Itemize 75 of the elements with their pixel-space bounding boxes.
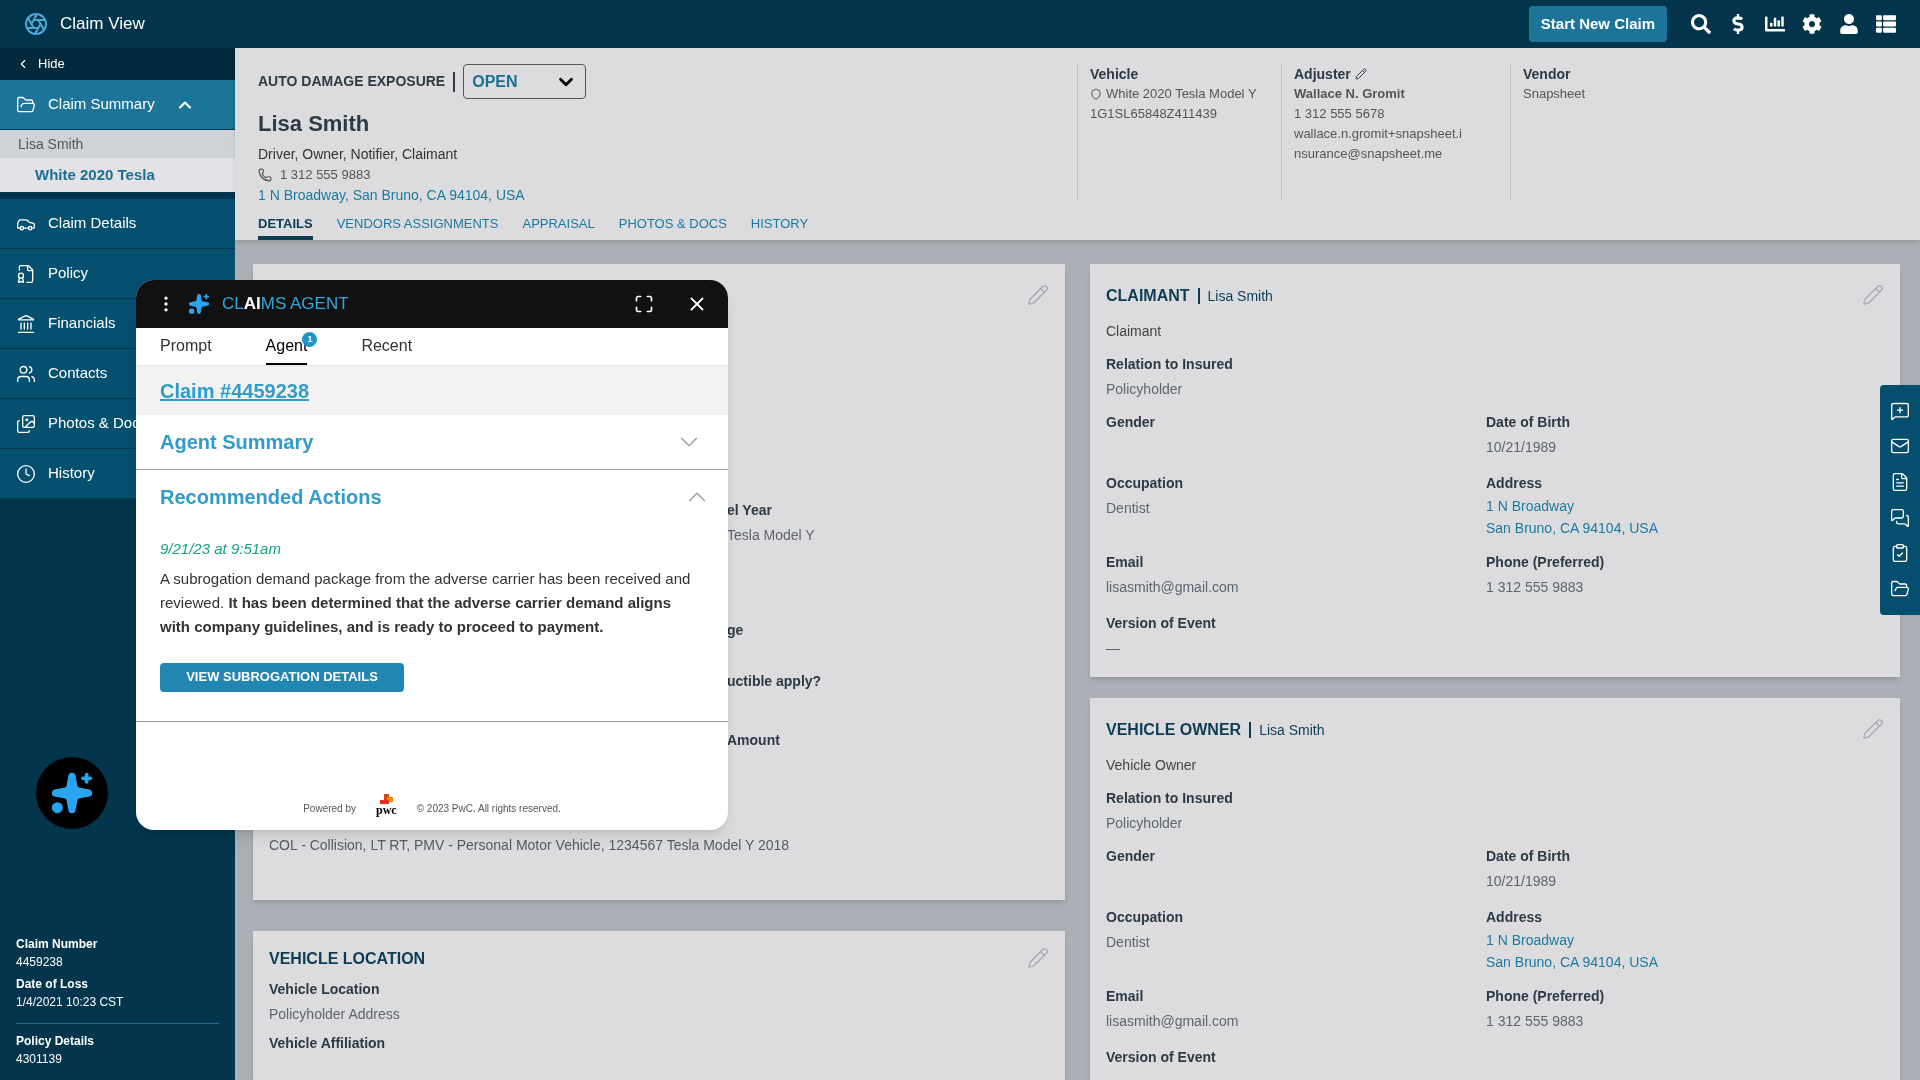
- app-title: Claim View: [60, 13, 145, 36]
- info-label: Date of Loss: [16, 976, 89, 993]
- field-value: 1 312 555 9883: [1486, 578, 1585, 597]
- field-label: Date of Birth: [1486, 413, 1571, 432]
- field-value: lisasmith@gmail.com: [1106, 578, 1240, 597]
- field-value: Dentist: [1106, 499, 1151, 518]
- info-text: nsurance@snapsheet.me: [1294, 145, 1443, 163]
- field-label: Amount: [727, 731, 781, 750]
- message-text: A subrogation demand package from the adverse carrier has been received and reviewed. It has been determined that the adverse carrier demand aligns with company guidelines, and is ready to proceed to payment.: [160, 568, 692, 637]
- info-label: Claim Number: [16, 936, 99, 953]
- field-value: Tesla Model Y: [727, 526, 816, 545]
- field-label: Version of Event: [1106, 1048, 1217, 1067]
- sidebar-label: Claim Details: [48, 213, 137, 234]
- claimant-name: Lisa Smith: [258, 110, 371, 138]
- field-label: Relation to Insured: [1106, 789, 1234, 808]
- info-text: 1 312 555 5678: [1294, 105, 1385, 123]
- phone-text: 1 312 555 9883: [280, 166, 371, 184]
- column-title: Adjuster: [1294, 65, 1351, 84]
- info-value: 1/4/2021 10:23 CST: [16, 994, 125, 1011]
- field-label: Email: [1106, 553, 1145, 572]
- field-label: ge: [727, 621, 745, 640]
- field-label: Date of Birth: [1486, 847, 1571, 866]
- info-text: wallace.n.gromit+snapsheet.i: [1294, 125, 1462, 143]
- field-value: lisasmith@gmail.com: [1106, 1012, 1240, 1031]
- field-label: Vehicle Location: [269, 980, 381, 999]
- card-title: VEHICLE OWNER: [1106, 720, 1242, 740]
- field-label: Relation to Insured: [1106, 355, 1234, 374]
- info-value: 4301139: [16, 1051, 63, 1068]
- sidebar-label: Policy: [48, 263, 88, 284]
- roles-text: Driver, Owner, Notifier, Claimant: [258, 145, 459, 164]
- field-label: uctible apply?: [727, 672, 823, 691]
- field-label: Address: [1486, 908, 1544, 927]
- field-label: Version of Event: [1106, 614, 1217, 633]
- field-label: Email: [1106, 987, 1145, 1006]
- field-label: Vehicle Affiliation: [269, 1034, 387, 1053]
- field-label: el Year: [727, 501, 773, 520]
- field-label: Phone (Preferred): [1486, 987, 1606, 1006]
- field-value: Policyholder: [1106, 380, 1184, 399]
- sidebar-label: History: [48, 463, 95, 484]
- field-value: 10/21/1989: [1486, 438, 1558, 457]
- field-value: 1 312 555 9883: [1486, 1012, 1585, 1031]
- sidebar-label: Claim Summary: [48, 94, 155, 115]
- field-value: Dentist: [1106, 933, 1151, 952]
- field-value: —: [1106, 639, 1121, 658]
- field-value: Policyholder: [1106, 814, 1184, 833]
- info-text: White 2020 Tesla Model Y: [1106, 85, 1257, 103]
- field-value: 10/21/1989: [1486, 872, 1558, 891]
- role-text: Vehicle Owner: [1106, 756, 1198, 775]
- info-value: 4459238: [16, 954, 64, 971]
- card-subtitle: Lisa Smith: [1259, 720, 1325, 740]
- field-label: Gender: [1106, 413, 1156, 432]
- copyright-text: © 2023 PwC. All rights reserved.: [416, 802, 561, 816]
- sidebar-label: Financials: [48, 313, 116, 334]
- field-label: Phone (Preferred): [1486, 553, 1606, 572]
- adjuster-name: Wallace N. Gromit: [1294, 85, 1406, 103]
- info-text: Snapsheet: [1523, 85, 1586, 103]
- field-label: Address: [1486, 474, 1544, 493]
- column-title: Vehicle: [1090, 65, 1139, 84]
- info-text: 1G1SL65848Z411439: [1090, 105, 1217, 123]
- sidebar-label: Contacts: [48, 363, 108, 384]
- field-label: Occupation: [1106, 908, 1184, 927]
- role-text: Claimant: [1106, 322, 1163, 341]
- field-label: Occupation: [1106, 474, 1184, 493]
- field-label: Gender: [1106, 847, 1156, 866]
- exposure-label: AUTO DAMAGE EXPOSURE: [258, 72, 446, 91]
- powered-by-text: Powered by: [303, 802, 356, 816]
- column-title: Vendor: [1523, 65, 1571, 84]
- card-subtitle: Lisa Smith: [1207, 286, 1273, 306]
- coverage-text: COL - Collision, LT RT, PMV - Personal Motor Vehicle, 1234567 Tesla Model Y 2018: [269, 836, 791, 855]
- field-value: Policyholder Address: [269, 1005, 401, 1024]
- timestamp: 9/21/23 at 9:51am: [160, 539, 282, 559]
- card-title: VEHICLE LOCATION: [269, 949, 426, 969]
- card-title: CLAIMANT: [1106, 286, 1190, 306]
- pwc-logo: pwc: [376, 794, 397, 816]
- info-label: Policy Details: [16, 1033, 96, 1050]
